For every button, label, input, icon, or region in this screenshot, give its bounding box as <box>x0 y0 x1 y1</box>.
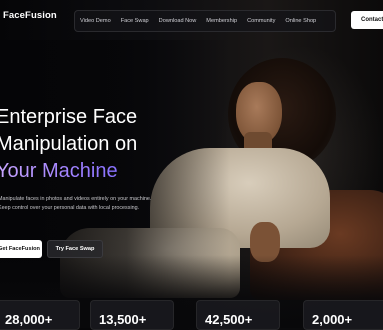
nav-item-community[interactable]: Community <box>242 18 280 24</box>
top-navigation: FaceFusion Video Demo Face Swap Download… <box>0 0 383 40</box>
nav-item-face-swap[interactable]: Face Swap <box>116 18 154 24</box>
stat-value: 2,000+ <box>312 312 353 327</box>
stat-value: 42,500+ <box>205 312 253 327</box>
nav-item-download-now[interactable]: Download Now <box>154 18 202 24</box>
hero-description-line-1: Manipulate faces in photos and videos en… <box>0 196 152 202</box>
brand-logo[interactable]: FaceFusion <box>3 10 57 21</box>
try-face-swap-button[interactable]: Try Face Swap <box>47 240 103 258</box>
contact-button[interactable]: Contact <box>351 11 383 29</box>
hero-title-line-1: Enterprise Face <box>0 106 138 128</box>
get-facefusion-button[interactable]: Get FaceFusion <box>0 240 42 258</box>
hero-description: Manipulate faces in photos and videos en… <box>0 195 188 213</box>
hero-title-line-2: Manipulation on <box>0 133 138 155</box>
hero-title: Enterprise Face Manipulation on Your Mac… <box>0 104 137 185</box>
stat-value: 28,000+ <box>5 312 53 327</box>
stat-card: 2,000+ <box>303 300 383 330</box>
hero-title-line-3: Your Machine <box>0 158 137 185</box>
stat-card: 13,500+ <box>90 300 174 330</box>
stat-card: 42,500+ <box>196 300 280 330</box>
nav-item-online-shop[interactable]: Online Shop <box>280 18 321 24</box>
stat-card: 28,000+ <box>0 300 80 330</box>
nav-menu: Video Demo Face Swap Download Now Member… <box>74 10 336 32</box>
hero-description-line-2: Keep control over your personal data wit… <box>0 205 140 211</box>
stat-value: 13,500+ <box>99 312 147 327</box>
nav-item-video-demo[interactable]: Video Demo <box>75 18 116 24</box>
nav-item-membership[interactable]: Membership <box>201 18 242 24</box>
